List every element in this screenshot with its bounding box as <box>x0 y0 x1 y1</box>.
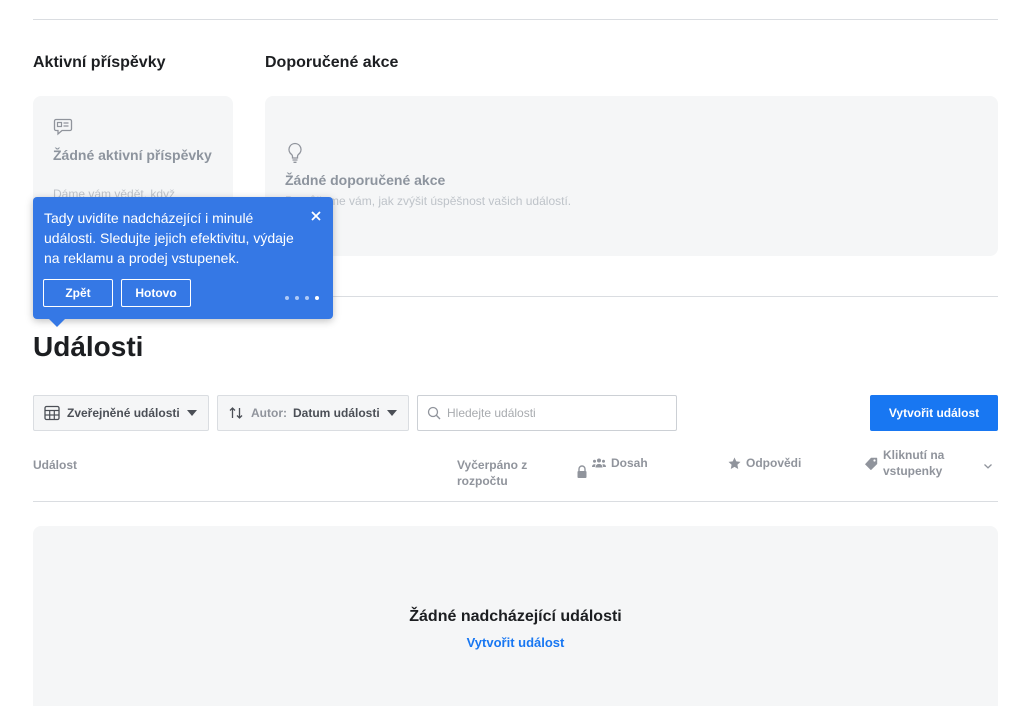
recommended-actions-heading: Doporučené akce <box>265 54 399 71</box>
star-icon <box>728 457 741 470</box>
step-dot <box>305 296 309 300</box>
table-header-divider <box>33 501 998 502</box>
create-event-link[interactable]: Vytvořit událost <box>33 635 998 650</box>
close-icon[interactable] <box>309 209 323 223</box>
sort-value: Datum události <box>293 406 380 420</box>
tooltip-back-button[interactable]: Zpět <box>43 279 113 307</box>
column-reach-label: Dosah <box>611 456 648 470</box>
recommended-empty-title: Žádné doporučené akce <box>285 172 446 188</box>
published-events-filter[interactable]: Zveřejněné události <box>33 395 209 431</box>
calendar-grid-icon <box>44 405 60 421</box>
search-box[interactable] <box>417 395 677 431</box>
column-ticket-clicks-label: Kliknutí na vstupenky <box>883 448 945 478</box>
empty-events-title: Žádné nadcházející události <box>409 608 622 625</box>
step-dot <box>295 296 299 300</box>
column-responses[interactable]: Odpovědi <box>728 455 801 471</box>
column-reach[interactable]: Dosah <box>592 455 648 471</box>
column-event[interactable]: Událost <box>33 457 77 473</box>
tooltip-arrow <box>49 319 65 327</box>
sort-prefix: Autor: <box>251 406 287 420</box>
tooltip-step-indicator <box>285 296 319 300</box>
tooltip-text: Tady uvidíte nadcházející i minulé událo… <box>44 210 294 266</box>
search-icon <box>427 406 441 420</box>
column-responses-label: Odpovědi <box>746 456 802 470</box>
onboarding-tooltip: Tady uvidíte nadcházející i minulé událo… <box>33 197 333 327</box>
ticket-icon <box>865 457 878 470</box>
people-icon <box>592 458 606 468</box>
step-dot <box>285 296 289 300</box>
column-budget-spent[interactable]: Vyčerpáno z rozpočtu <box>457 457 557 489</box>
active-posts-empty-title: Žádné aktivní příspěvky <box>53 147 212 163</box>
caret-down-icon <box>186 410 197 416</box>
recommended-actions-card: Žádné doporučené akce Pomůžeme vám, jak … <box>265 96 998 256</box>
top-divider <box>33 19 998 20</box>
sort-dropdown[interactable]: Autor: Datum události <box>217 395 409 431</box>
page-title: Události <box>33 331 144 362</box>
lightbulb-icon <box>285 142 305 169</box>
sort-icon <box>228 406 244 420</box>
published-filter-label: Zveřejněné události <box>67 406 180 420</box>
caret-down-icon <box>386 410 397 416</box>
empty-events-card: Žádné nadcházející události Vytvořit udá… <box>33 526 998 706</box>
step-dot-active <box>315 296 319 300</box>
tooltip-done-button[interactable]: Hotovo <box>121 279 191 307</box>
create-event-button[interactable]: Vytvořit událost <box>870 395 998 431</box>
column-ticket-clicks[interactable]: Kliknutí na vstupenky <box>865 447 963 479</box>
post-icon <box>53 118 73 141</box>
search-input[interactable] <box>447 406 667 420</box>
active-posts-heading: Aktivní příspěvky <box>33 54 166 71</box>
lock-icon <box>576 465 588 483</box>
chevron-down-icon[interactable] <box>983 458 993 474</box>
